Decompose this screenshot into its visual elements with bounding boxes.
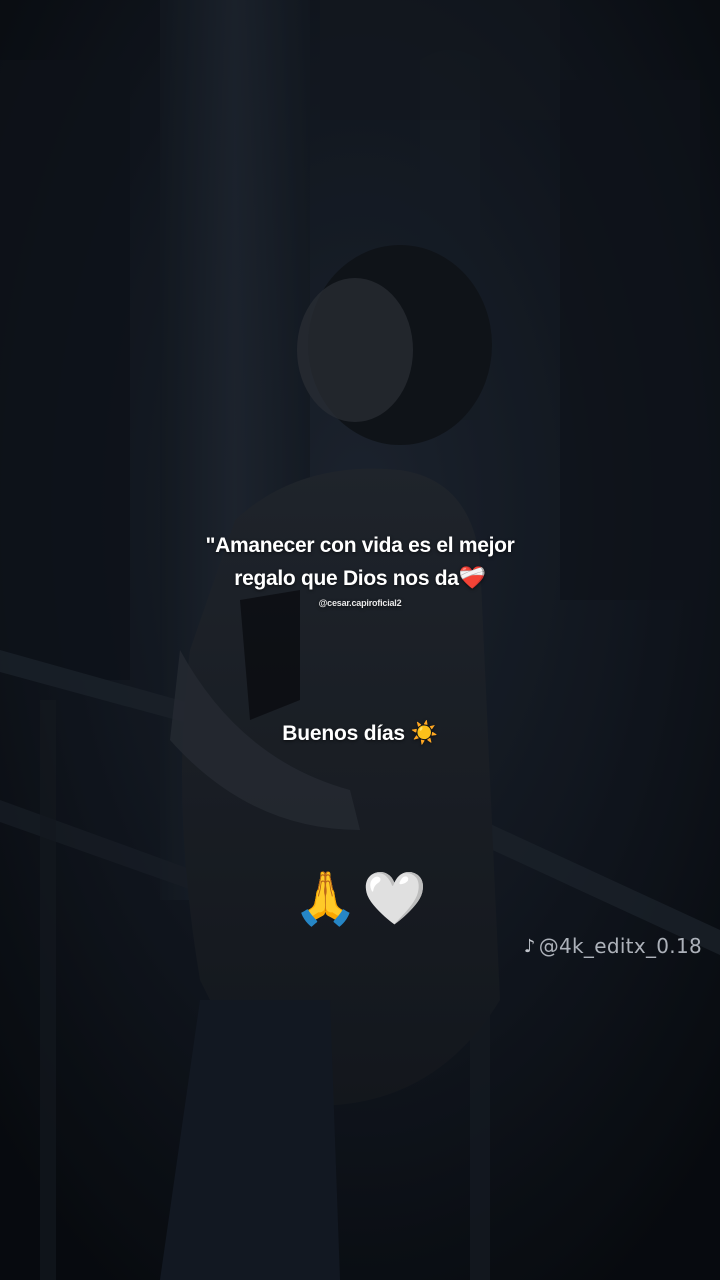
quote-line-2: regalo que Dios nos da❤️‍🩹 [0, 562, 720, 595]
mending-heart-icon: ❤️‍🩹 [458, 565, 486, 590]
watermark-username: @4k_editx_0.18 [538, 934, 702, 958]
quote-text: "Amanecer con vida es el mejor regalo qu… [0, 530, 720, 595]
white-heart-icon: 🤍 [362, 870, 427, 928]
quote-line-1: "Amanecer con vida es el mejor [205, 534, 515, 557]
greeting: Buenos días ☀️ [0, 720, 720, 746]
tiktok-icon: ♪ [523, 935, 536, 957]
quote-line-2-text: regalo que Dios nos da [234, 567, 459, 590]
praying-hands-icon: 🙏 [293, 870, 358, 928]
emoji-row: 🙏🤍 [0, 868, 720, 930]
background-photo [0, 0, 720, 1280]
sun-icon: ☀️ [410, 720, 438, 745]
greeting-text: Buenos días [282, 722, 411, 745]
author-handle: @cesar.capiroficial2 [318, 598, 402, 608]
tiktok-watermark: ♪ @4k_editx_0.18 [524, 934, 702, 958]
